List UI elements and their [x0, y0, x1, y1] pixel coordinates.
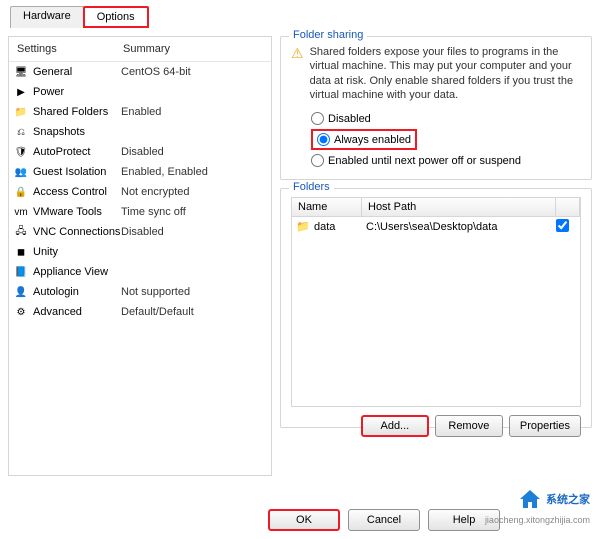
settings-summary: Enabled, Enabled	[121, 166, 208, 178]
warning-icon: ⚠	[291, 45, 304, 61]
settings-label: VMware Tools	[33, 206, 121, 218]
settings-row-power[interactable]: ▶ Power	[9, 82, 271, 102]
settings-label: Shared Folders	[33, 106, 121, 118]
folder-icon: 📁	[296, 220, 310, 234]
settings-label: Snapshots	[33, 126, 121, 138]
settings-icon: 📘	[13, 264, 29, 280]
settings-row-access-control[interactable]: 🔒 Access ControlNot encrypted	[9, 182, 271, 202]
tab-hardware[interactable]: Hardware	[10, 6, 84, 28]
settings-summary: Enabled	[121, 106, 161, 118]
settings-label: Guest Isolation	[33, 166, 121, 178]
settings-label: Appliance View	[33, 266, 121, 278]
house-icon	[518, 487, 542, 511]
remove-button[interactable]: Remove	[435, 415, 503, 437]
settings-row-shared-folders[interactable]: 📁 Shared FoldersEnabled	[9, 102, 271, 122]
settings-row-autoprotect[interactable]: 🛡 AutoProtectDisabled	[9, 142, 271, 162]
folder-name: data	[314, 221, 366, 233]
settings-label: Autologin	[33, 286, 121, 298]
folder-enabled-checkbox[interactable]	[556, 219, 569, 232]
folder-sharing-title: Folder sharing	[289, 29, 367, 41]
settings-summary: Disabled	[121, 146, 164, 158]
settings-label: Access Control	[33, 186, 121, 198]
settings-icon: ◼	[13, 244, 29, 260]
col-header-summary: Summary	[123, 43, 170, 55]
settings-label: Power	[33, 86, 121, 98]
radio-always-enabled[interactable]: Always enabled	[317, 133, 411, 146]
cancel-button[interactable]: Cancel	[348, 509, 420, 531]
settings-summary: Default/Default	[121, 306, 194, 318]
add-button[interactable]: Add...	[361, 415, 429, 437]
col-header-settings: Settings	[17, 43, 123, 55]
settings-icon: 🛡	[13, 144, 29, 160]
settings-label: General	[33, 66, 121, 78]
tab-options[interactable]: Options	[83, 6, 149, 28]
settings-summary: Not supported	[121, 286, 190, 298]
settings-row-vmware-tools[interactable]: vm VMware ToolsTime sync off	[9, 202, 271, 222]
settings-icon: 🖧	[13, 224, 29, 240]
radio-disabled[interactable]: Disabled	[291, 110, 581, 127]
watermark: 系统之家	[518, 487, 590, 511]
watermark-url: jiaocheng.xitongzhijia.com	[485, 515, 590, 525]
settings-summary: CentOS 64-bit	[121, 66, 191, 78]
folders-title: Folders	[289, 181, 334, 193]
folders-group: Folders Name Host Path 📁dataC:\Users\sea…	[280, 188, 592, 428]
settings-label: Advanced	[33, 306, 121, 318]
settings-row-vnc-connections[interactable]: 🖧 VNC ConnectionsDisabled	[9, 222, 271, 242]
settings-list: Settings Summary 🖥 GeneralCentOS 64-bit ▶ P…	[8, 36, 272, 476]
col-header-name[interactable]: Name	[292, 198, 362, 216]
settings-label: VNC Connections	[33, 226, 121, 238]
settings-icon: 📁	[13, 104, 29, 120]
folder-list: 📁 dataC:\Users\sea\Desktop\data	[291, 217, 581, 407]
properties-button[interactable]: Properties	[509, 415, 581, 437]
settings-row-appliance-view[interactable]: 📘 Appliance View	[9, 262, 271, 282]
settings-summary: Not encrypted	[121, 186, 189, 198]
settings-icon: ⎌	[13, 124, 29, 140]
settings-icon: vm	[13, 204, 29, 220]
radio-until-poweroff-input[interactable]	[311, 154, 324, 167]
radio-until-poweroff[interactable]: Enabled until next power off or suspend	[291, 152, 581, 169]
ok-button[interactable]: OK	[268, 509, 340, 531]
radio-disabled-input[interactable]	[311, 112, 324, 125]
folder-hostpath: C:\Users\sea\Desktop\data	[366, 221, 556, 233]
col-header-hostpath[interactable]: Host Path	[362, 198, 556, 216]
radio-always-enabled-input[interactable]	[317, 133, 330, 146]
warning-text: Shared folders expose your files to prog…	[310, 45, 581, 102]
settings-row-advanced[interactable]: ⚙ AdvancedDefault/Default	[9, 302, 271, 322]
folder-row[interactable]: 📁 dataC:\Users\sea\Desktop\data	[292, 217, 580, 237]
folder-sharing-group: Folder sharing ⚠ Shared folders expose y…	[280, 36, 592, 180]
settings-icon: 👥	[13, 164, 29, 180]
settings-icon: 🔒	[13, 184, 29, 200]
settings-row-autologin[interactable]: 👤 AutologinNot supported	[9, 282, 271, 302]
settings-icon: ⚙	[13, 304, 29, 320]
settings-label: AutoProtect	[33, 146, 121, 158]
settings-icon: 👤	[13, 284, 29, 300]
settings-icon: 🖥	[13, 64, 29, 80]
settings-row-unity[interactable]: ◼ Unity	[9, 242, 271, 262]
settings-row-general[interactable]: 🖥 GeneralCentOS 64-bit	[9, 62, 271, 82]
settings-summary: Time sync off	[121, 206, 186, 218]
settings-label: Unity	[33, 246, 121, 258]
col-header-check	[556, 198, 580, 216]
settings-row-snapshots[interactable]: ⎌ Snapshots	[9, 122, 271, 142]
settings-row-guest-isolation[interactable]: 👥 Guest IsolationEnabled, Enabled	[9, 162, 271, 182]
settings-summary: Disabled	[121, 226, 164, 238]
settings-icon: ▶	[13, 84, 29, 100]
